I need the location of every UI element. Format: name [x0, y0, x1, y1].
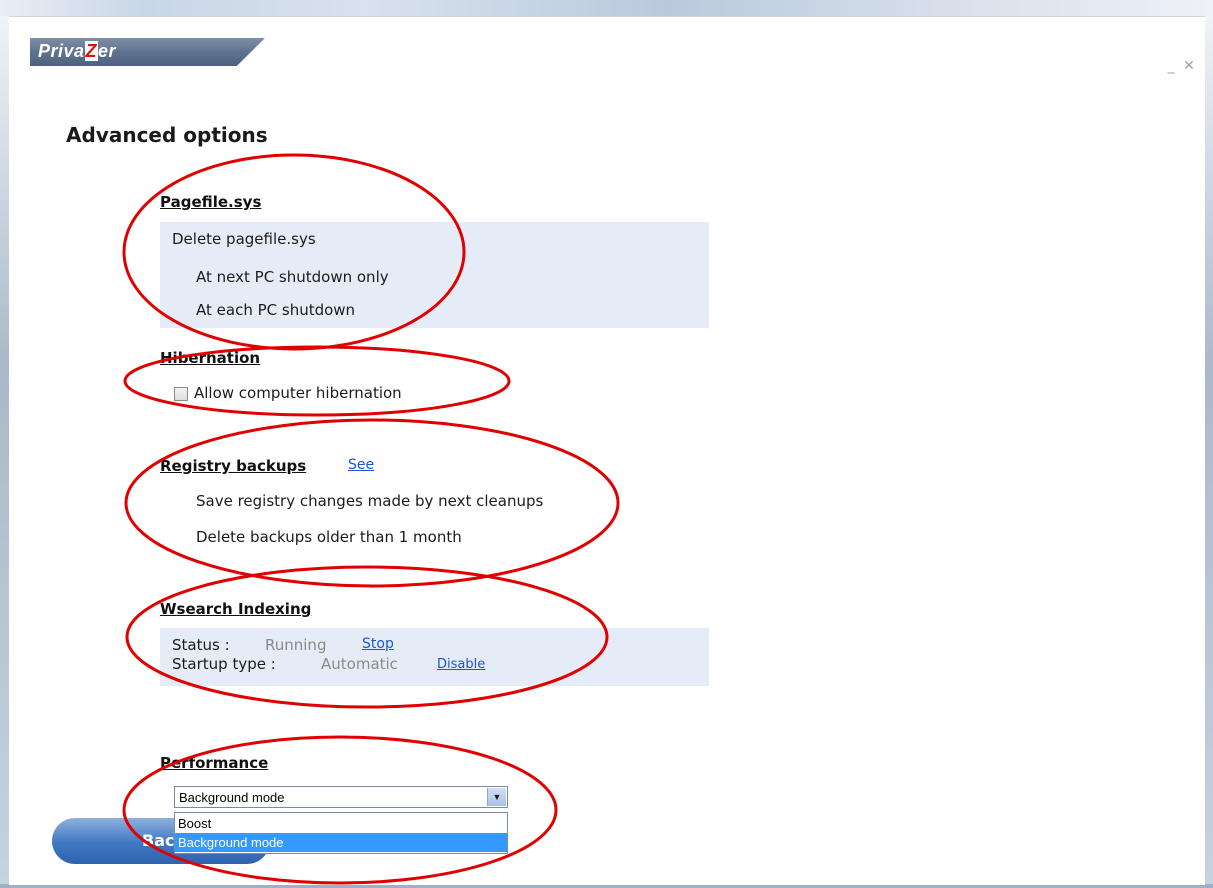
pagefile-section-title: Pagefile.sys	[160, 193, 262, 211]
minimize-button[interactable]: _	[1163, 58, 1179, 74]
chevron-down-icon[interactable]: ▼	[487, 788, 506, 806]
title-bar-strip	[0, 0, 1213, 16]
window-frame-right	[1205, 16, 1213, 888]
wsearch-startup-label: Startup type :	[172, 655, 276, 673]
delete-pagefile-label[interactable]: Delete pagefile.sys	[172, 230, 316, 248]
dropdown-option-boost[interactable]: Boost	[175, 814, 507, 833]
performance-select-value: Background mode	[179, 790, 285, 805]
performance-section-title: Performance	[160, 754, 269, 772]
hibernation-checkbox[interactable]	[174, 387, 188, 401]
hibernation-checkbox-label[interactable]: Allow computer hibernation	[194, 384, 402, 402]
registry-section-title: Registry backups	[160, 457, 307, 475]
pagefile-option-next-shutdown[interactable]: At next PC shutdown only	[196, 268, 389, 286]
dropdown-option-background-mode[interactable]: Background mode	[175, 833, 507, 852]
registry-option-delete[interactable]: Delete backups older than 1 month	[196, 528, 462, 546]
registry-option-save[interactable]: Save registry changes made by next clean…	[196, 492, 543, 510]
wsearch-section-title: Wsearch Indexing	[160, 600, 312, 618]
hibernation-section-title: Hibernation	[160, 349, 261, 367]
pagefile-option-each-shutdown[interactable]: At each PC shutdown	[196, 301, 355, 319]
wsearch-disable-link[interactable]: Disable	[437, 657, 485, 672]
window-controls: _ ✕	[1163, 58, 1197, 74]
close-button[interactable]: ✕	[1181, 58, 1197, 74]
wsearch-startup-value: Automatic	[321, 655, 398, 673]
window-frame-left	[0, 16, 9, 888]
logo-tab: PrivaZer	[30, 38, 265, 66]
wsearch-status-value: Running	[265, 636, 327, 654]
registry-see-link[interactable]: See	[348, 457, 374, 473]
wsearch-stop-link[interactable]: Stop	[362, 636, 394, 652]
app-logo: PrivaZer	[38, 41, 117, 61]
wsearch-status-label: Status :	[172, 636, 230, 654]
performance-select[interactable]: Background mode ▼	[174, 786, 508, 808]
performance-dropdown-list: Boost Background mode	[174, 812, 508, 854]
page-title: Advanced options	[66, 123, 268, 147]
